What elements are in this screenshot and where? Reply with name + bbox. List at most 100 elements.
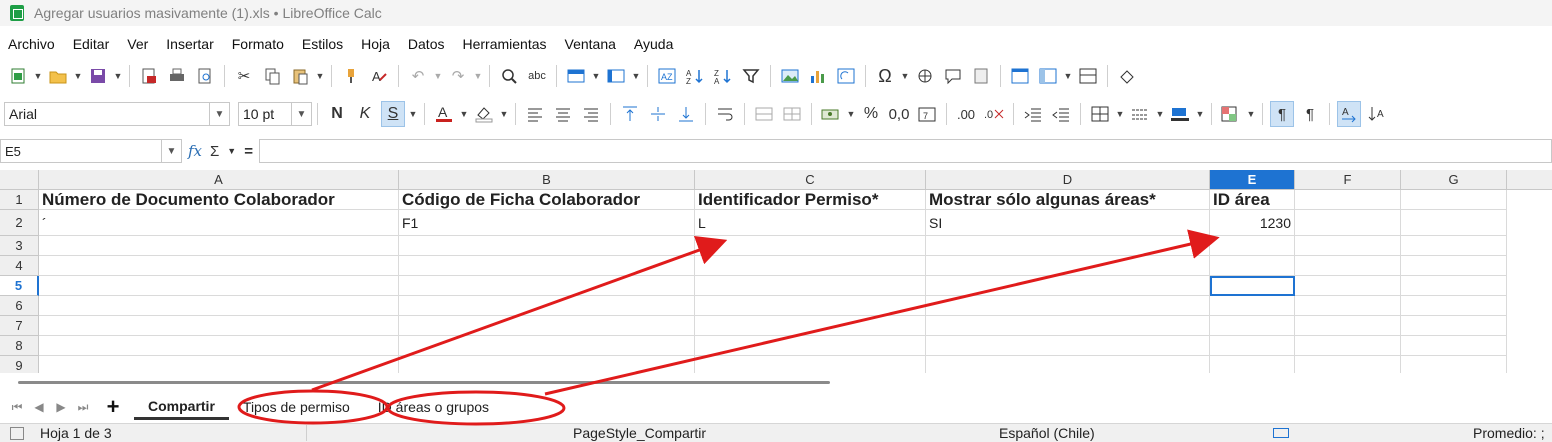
font-size-dropdown-icon[interactable]: ▼: [291, 103, 311, 125]
freeze-dropdown-icon[interactable]: ▼: [1063, 63, 1073, 89]
column-header-b[interactable]: B: [399, 170, 695, 190]
conditional-format-dropdown-icon[interactable]: ▼: [1246, 101, 1256, 127]
next-sheet-icon[interactable]: ▶: [50, 400, 72, 414]
show-draw-functions-icon[interactable]: [1115, 63, 1139, 89]
grid-cell[interactable]: [1295, 296, 1401, 316]
column-icon[interactable]: [604, 63, 628, 89]
grid-cell[interactable]: [399, 276, 695, 296]
grid-cell[interactable]: [1401, 296, 1507, 316]
row-header-6[interactable]: 6: [0, 296, 39, 316]
center-vertically-icon[interactable]: [646, 101, 670, 127]
sheet-tab-compartir[interactable]: Compartir: [134, 394, 229, 420]
autofilter-icon[interactable]: [739, 63, 763, 89]
border-style-icon[interactable]: [1128, 101, 1152, 127]
percent-format-button[interactable]: %: [859, 101, 883, 127]
special-character-icon[interactable]: Ω: [873, 63, 897, 89]
grid-cell[interactable]: [1401, 336, 1507, 356]
font-name-field[interactable]: Arial ▼: [4, 102, 230, 126]
cell-b2[interactable]: F1: [399, 210, 695, 236]
redo-icon[interactable]: ↷: [446, 63, 470, 89]
column-header-g[interactable]: G: [1401, 170, 1507, 190]
menu-insertar[interactable]: Insertar: [157, 36, 222, 52]
menu-ayuda[interactable]: Ayuda: [625, 36, 682, 52]
menu-archivo[interactable]: Archivo: [0, 36, 64, 52]
currency-dropdown-icon[interactable]: ▼: [846, 101, 856, 127]
font-size-field[interactable]: 10 pt ▼: [238, 102, 312, 126]
row-dropdown-icon[interactable]: ▼: [591, 63, 601, 89]
row-header-1[interactable]: 1: [0, 190, 39, 210]
grid-cell[interactable]: [39, 276, 399, 296]
horizontal-scrollbar[interactable]: [18, 381, 830, 384]
left-to-right-icon[interactable]: ¶: [1270, 101, 1294, 127]
cell-e1[interactable]: ID área: [1210, 190, 1295, 210]
grid-cell[interactable]: [399, 336, 695, 356]
cell-e2[interactable]: 1230: [1210, 210, 1295, 236]
name-box-dropdown-icon[interactable]: ▼: [161, 140, 181, 162]
grid-cell[interactable]: [39, 336, 399, 356]
column-dropdown-icon[interactable]: ▼: [631, 63, 641, 89]
cell-g2[interactable]: [1401, 210, 1507, 236]
grid-cell[interactable]: [926, 276, 1210, 296]
cell-e5-selected[interactable]: [1210, 276, 1295, 296]
select-all-corner[interactable]: [0, 170, 39, 190]
spreadsheet-grid[interactable]: A B C D E F G 1 2 3 4 5 6 7 8 9 Número d…: [0, 170, 1552, 373]
grid-cell[interactable]: [1401, 256, 1507, 276]
insert-image-icon[interactable]: [778, 63, 802, 89]
decrease-indent-icon[interactable]: [1049, 101, 1073, 127]
grid-cell[interactable]: [39, 356, 399, 373]
grid-cell[interactable]: [695, 256, 926, 276]
last-sheet-icon[interactable]: ⏭: [72, 400, 94, 415]
new-document-icon[interactable]: [6, 63, 30, 89]
sheet-tab-tipos-de-permiso[interactable]: Tipos de permiso: [229, 396, 364, 418]
export-pdf-icon[interactable]: [137, 63, 161, 89]
previous-sheet-icon[interactable]: ◀: [28, 400, 50, 414]
borders-dropdown-icon[interactable]: ▼: [1115, 101, 1125, 127]
print-icon[interactable]: [165, 63, 189, 89]
grid-cell[interactable]: [695, 356, 926, 373]
borders-icon[interactable]: [1088, 101, 1112, 127]
add-sheet-button[interactable]: +: [100, 394, 126, 420]
text-direction-left-right-icon[interactable]: A: [1337, 101, 1361, 127]
menu-ventana[interactable]: Ventana: [556, 36, 625, 52]
pivot-table-icon[interactable]: [834, 63, 858, 89]
paste-icon[interactable]: [288, 63, 312, 89]
grid-cell[interactable]: [399, 256, 695, 276]
grid-cell[interactable]: [695, 236, 926, 256]
row-header-9[interactable]: 9: [0, 356, 39, 373]
delete-decimal-icon[interactable]: .0: [982, 101, 1006, 127]
redo-dropdown-icon[interactable]: ▼: [473, 63, 483, 89]
print-preview-icon[interactable]: [193, 63, 217, 89]
column-header-a[interactable]: A: [39, 170, 399, 190]
grid-cell[interactable]: [399, 316, 695, 336]
column-header-f[interactable]: F: [1295, 170, 1401, 190]
border-color-dropdown-icon[interactable]: ▼: [1195, 101, 1205, 127]
spelling-icon[interactable]: abc: [525, 63, 549, 89]
split-window-icon[interactable]: [1076, 63, 1100, 89]
grid-cell[interactable]: [926, 296, 1210, 316]
sort-icon[interactable]: AZ: [655, 63, 679, 89]
sheet-tab-id-areas-o-grupos[interactable]: ID áreas o grupos: [364, 396, 503, 418]
number-format-button[interactable]: 0,0: [887, 101, 911, 127]
background-color-icon[interactable]: [472, 101, 496, 127]
formula-input[interactable]: [258, 139, 1552, 163]
font-color-dropdown-icon[interactable]: ▼: [459, 101, 469, 127]
grid-cell[interactable]: [1401, 276, 1507, 296]
grid-cell[interactable]: [1210, 236, 1295, 256]
define-print-area-icon[interactable]: [1008, 63, 1032, 89]
insert-chart-icon[interactable]: [806, 63, 830, 89]
grid-cell[interactable]: [1295, 276, 1401, 296]
right-to-left-icon[interactable]: ¶: [1298, 101, 1322, 127]
grid-cell[interactable]: [926, 256, 1210, 276]
font-name-dropdown-icon[interactable]: ▼: [209, 103, 229, 125]
grid-cell[interactable]: [39, 316, 399, 336]
currency-format-icon[interactable]: [819, 101, 843, 127]
grid-cell[interactable]: [1295, 256, 1401, 276]
hyperlink-icon[interactable]: [913, 63, 937, 89]
undo-dropdown-icon[interactable]: ▼: [433, 63, 443, 89]
align-top-icon[interactable]: [618, 101, 642, 127]
freeze-rows-columns-icon[interactable]: [1036, 63, 1060, 89]
grid-cell[interactable]: [399, 296, 695, 316]
grid-cell[interactable]: [1295, 316, 1401, 336]
comment-icon[interactable]: [941, 63, 965, 89]
find-replace-icon[interactable]: [497, 63, 521, 89]
